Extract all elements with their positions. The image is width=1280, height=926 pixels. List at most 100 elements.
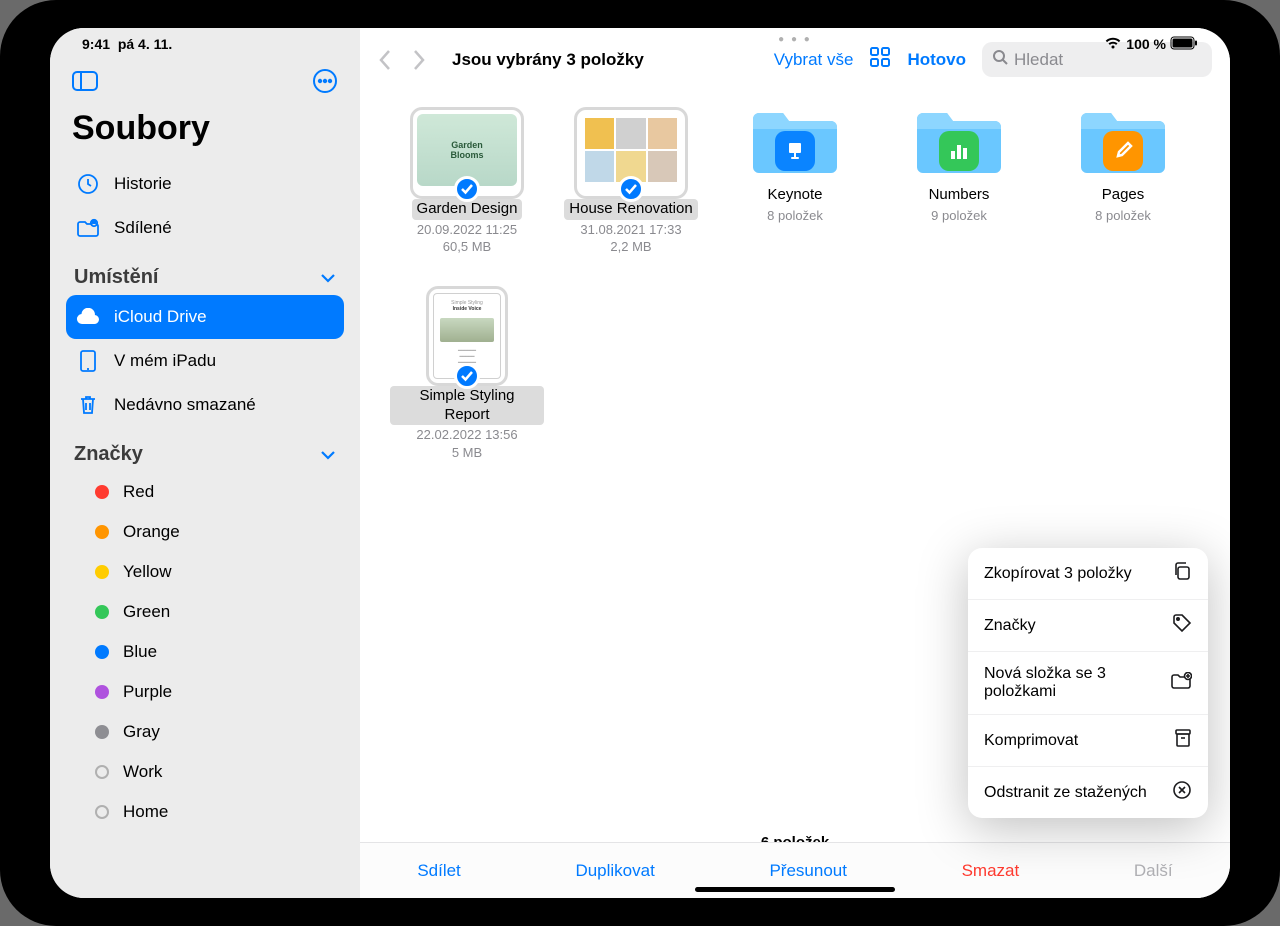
item-meta: 8 položek [1095,207,1151,225]
status-left: 9:41 pá 4. 11. [82,36,172,52]
sidebar-item-shared[interactable]: Sdílené [66,206,344,250]
ipad-frame: 9:41 pá 4. 11. 100 % Soubory Historie Sd… [0,0,1280,926]
app-badge-icon [1103,131,1143,171]
sidebar-tag-item[interactable]: Red [66,472,344,512]
tag-dot-icon [95,725,109,739]
folder-icon [909,107,1009,179]
item-meta: 9 položek [931,207,987,225]
status-date: pá 4. 11. [118,36,172,52]
sidebar-item-label: Nedávno smazané [114,395,334,415]
file-item[interactable]: House Renovation31.08.2021 17:332,2 MB [554,107,708,256]
sidebar-item-trash[interactable]: Nedávno smazané [66,383,344,427]
app-title: Soubory [66,109,344,162]
sidebar-item-icloud[interactable]: iCloud Drive [66,295,344,339]
remove-icon [1172,780,1192,805]
tag-dot-icon [95,645,109,659]
tag-label: Yellow [123,562,334,582]
selection-check-icon [454,176,480,202]
menu-item[interactable]: Zkopírovat 3 položky [968,548,1208,600]
sidebar-tag-item[interactable]: Gray [66,712,344,752]
sidebar-tag-item[interactable]: Purple [66,672,344,712]
item-meta: 31.08.2021 17:332,2 MB [580,221,681,256]
battery-icon [1170,36,1198,53]
trash-icon [76,393,100,417]
sidebar-item-label: Historie [114,174,334,194]
sidebar-item-onipad[interactable]: V mém iPadu [66,339,344,383]
sidebar-section-locations[interactable]: Umístění [66,250,344,295]
item-name: House Renovation [564,199,697,220]
status-time: 9:41 [82,36,110,52]
tag-label: Work [123,762,334,782]
menu-item-label: Odstranit ze stažených [984,784,1147,802]
cloud-icon [76,305,100,329]
duplicate-button[interactable]: Duplikovat [575,861,654,881]
sidebar-item-recents[interactable]: Historie [66,162,344,206]
file-item[interactable]: Numbers9 položek [882,107,1036,256]
move-button[interactable]: Přesunout [769,861,847,881]
folder-shared-icon [76,216,100,240]
main-content: ● ● ● Jsou vybrány 3 položky Vybrat vše … [360,28,1230,898]
delete-button[interactable]: Smazat [962,861,1020,881]
battery-text: 100 % [1126,36,1166,52]
selection-check-icon [618,176,644,202]
file-item[interactable]: Simple StylingInside Voice━━━━━━━━━━━━━━… [390,286,544,462]
copy-icon [1172,561,1192,586]
sidebar-tag-item[interactable]: Blue [66,632,344,672]
sidebar-tag-item[interactable]: Work [66,752,344,792]
share-button[interactable]: Sdílet [417,861,460,881]
tag-label: Orange [123,522,334,542]
image-thumbnail [574,107,688,199]
tag-dot-icon [95,685,109,699]
tag-dot-icon [95,605,109,619]
tag-dot-icon [95,525,109,539]
app-badge-icon [939,131,979,171]
more-icon[interactable] [312,68,338,99]
item-name: Keynote [762,185,827,206]
sidebar-item-label: Sdílené [114,218,334,238]
sidebar-item-label: iCloud Drive [114,307,334,327]
chevron-down-icon [320,443,336,466]
tag-icon [1172,613,1192,638]
item-meta: 20.09.2022 11:2560,5 MB [417,221,517,256]
sidebar-section-tags[interactable]: Značky [66,427,344,472]
file-item[interactable]: Pages8 položek [1046,107,1200,256]
sidebar-toggle-icon[interactable] [72,71,98,96]
tag-label: Blue [123,642,334,662]
folder-icon [745,107,845,179]
section-label: Značky [74,443,143,466]
home-indicator[interactable] [695,887,895,892]
tag-label: Red [123,482,334,502]
menu-item-label: Značky [984,617,1036,635]
menu-item[interactable]: Odstranit ze stažených [968,767,1208,818]
sidebar-tag-item[interactable]: Home [66,792,344,832]
image-thumbnail: GardenBlooms [410,107,524,199]
clock-icon [76,172,100,196]
tag-label: Green [123,602,334,622]
item-name: Pages [1097,185,1150,206]
sidebar-item-label: V mém iPadu [114,351,334,371]
archive-icon [1174,728,1192,753]
tag-label: Purple [123,682,334,702]
tag-dot-icon [95,565,109,579]
doc-thumbnail: Simple StylingInside Voice━━━━━━━━━━━━━━… [426,286,508,386]
menu-item-label: Nová složka se 3 položkami [984,665,1158,701]
sidebar: Soubory Historie Sdílené Umístění iCloud… [50,28,360,898]
file-item[interactable]: Keynote8 položek [718,107,872,256]
tag-dot-icon [95,485,109,499]
status-bar: 9:41 pá 4. 11. 100 % [50,28,1230,56]
file-item[interactable]: GardenBloomsGarden Design20.09.2022 11:2… [390,107,544,256]
sidebar-tag-item[interactable]: Orange [66,512,344,552]
folder-icon [1073,107,1173,179]
item-name: Simple Styling Report [390,386,544,426]
sidebar-tag-item[interactable]: Green [66,592,344,632]
item-meta: 8 položek [767,207,823,225]
menu-item[interactable]: Značky [968,600,1208,652]
menu-item[interactable]: Komprimovat [968,715,1208,767]
section-label: Umístění [74,266,158,289]
more-button[interactable]: Další [1134,861,1173,881]
chevron-down-icon [320,266,336,289]
folder-plus-icon [1170,672,1192,695]
context-menu: Zkopírovat 3 položky Značky Nová složka se… [968,548,1208,818]
menu-item[interactable]: Nová složka se 3 položkami [968,652,1208,715]
sidebar-tag-item[interactable]: Yellow [66,552,344,592]
